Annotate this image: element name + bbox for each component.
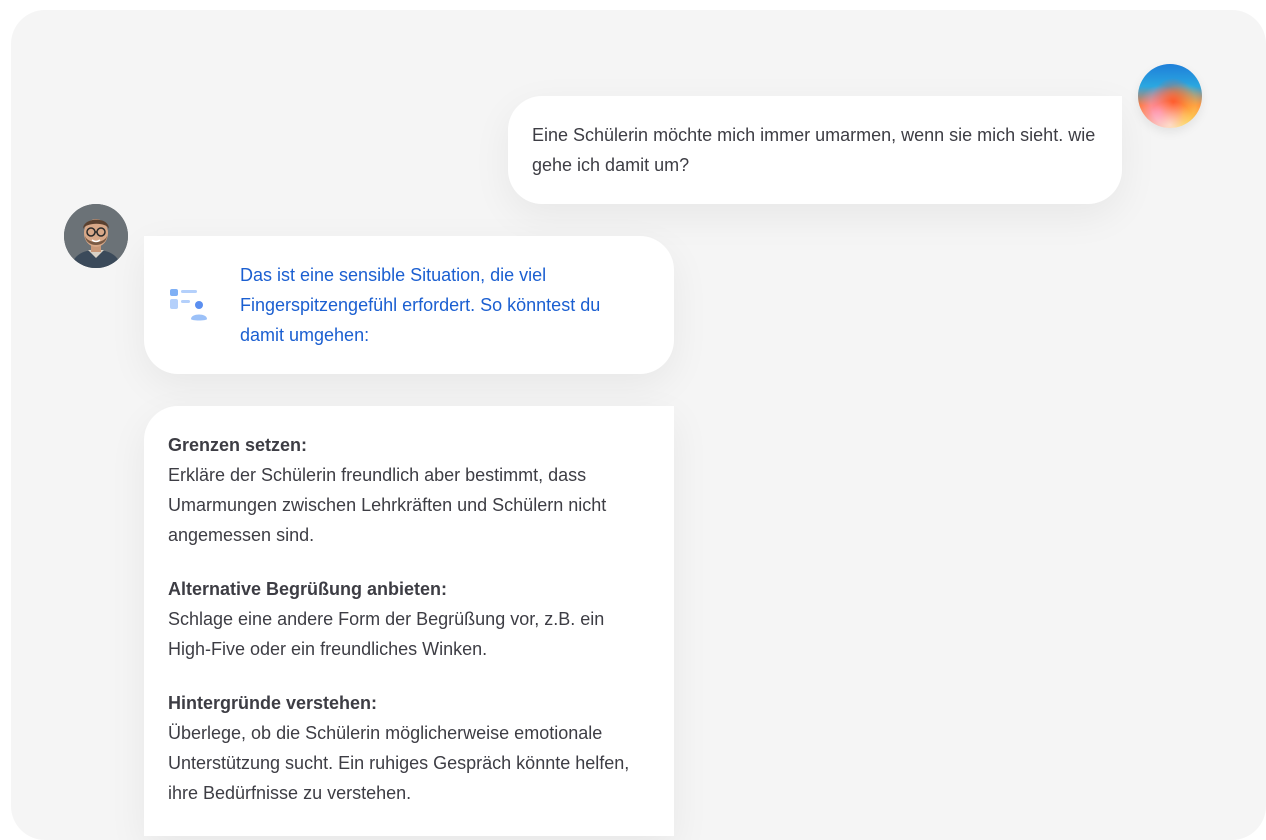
user-avatar bbox=[64, 204, 128, 268]
tip-text: Schlage eine andere Form der Begrüßung v… bbox=[168, 609, 605, 659]
tip-item: Hintergründe verstehen: Überlege, ob die… bbox=[168, 688, 650, 808]
assistant-intro-bubble: Das ist eine sensible Situation, die vie… bbox=[144, 236, 674, 374]
assistant-tips-bubble: Grenzen setzen: Erkläre der Schülerin fr… bbox=[144, 406, 674, 836]
tip-title: Grenzen setzen: bbox=[168, 435, 308, 455]
user-message-text: Eine Schülerin möchte mich immer umarmen… bbox=[532, 125, 1096, 175]
tip-item: Grenzen setzen: Erkläre der Schülerin fr… bbox=[168, 430, 650, 550]
tip-title: Alternative Begrüßung anbieten: bbox=[168, 579, 448, 599]
person-list-icon bbox=[170, 289, 207, 321]
user-message-bubble: Eine Schülerin möchte mich immer umarmen… bbox=[508, 96, 1122, 204]
tip-title: Hintergründe verstehen: bbox=[168, 693, 378, 713]
assistant-intro-text: Das ist eine sensible Situation, die vie… bbox=[240, 265, 601, 345]
tip-item: Alternative Begrüßung anbieten: Schlage … bbox=[168, 574, 650, 664]
tip-text: Überlege, ob die Schülerin möglicherweis… bbox=[168, 723, 630, 803]
assistant-avatar bbox=[1138, 64, 1202, 128]
user-photo-icon bbox=[64, 204, 128, 268]
tip-text: Erkläre der Schülerin freundlich aber be… bbox=[168, 465, 607, 545]
